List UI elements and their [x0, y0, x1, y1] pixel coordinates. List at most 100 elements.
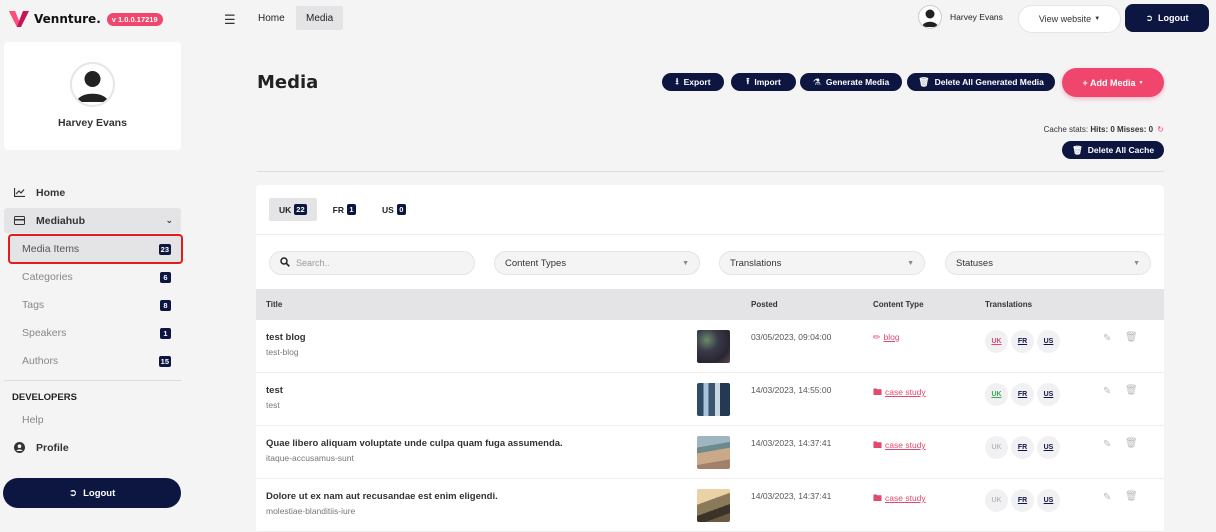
translation-chip-uk[interactable]: UK	[985, 489, 1008, 512]
translation-chip-uk[interactable]: UK	[985, 330, 1008, 353]
media-title[interactable]: test blog	[266, 332, 306, 343]
translation-chip-fr[interactable]: FR	[1011, 383, 1034, 406]
content-type-link[interactable]: ✏ blog	[873, 332, 900, 343]
folder-icon: 🖿	[873, 493, 883, 503]
pencil-icon[interactable]: ✎	[1103, 386, 1111, 397]
divider	[257, 171, 1164, 172]
delete-all-cache-button[interactable]: 🗑 Delete All Cache	[1062, 141, 1164, 159]
sidebar-item-label: Tags	[22, 299, 45, 311]
media-thumbnail	[697, 330, 730, 363]
add-media-button[interactable]: + Add Media ▼	[1062, 68, 1164, 97]
media-title[interactable]: Quae libero aliquam voluptate unde culpa…	[266, 438, 563, 449]
statuses-select[interactable]: Statuses ▼	[945, 251, 1151, 275]
pencil-icon[interactable]: ✎	[1103, 492, 1111, 503]
trash-icon[interactable]: 🗑	[1125, 332, 1138, 343]
user-icon	[77, 71, 108, 102]
sidebar-item-label: Home	[36, 186, 66, 199]
translation-chip-uk[interactable]: UK	[985, 383, 1008, 406]
count-badge: 22	[294, 204, 307, 215]
view-website-dropdown[interactable]: View website ▼	[1018, 5, 1121, 33]
avatar[interactable]	[70, 62, 115, 107]
import-button[interactable]: ⭱ Import	[731, 73, 796, 91]
user-name: Harvey Evans	[950, 12, 1003, 22]
tab-uk[interactable]: UK 22	[269, 198, 317, 221]
sidebar-item-label: Mediahub	[36, 214, 85, 227]
tab-label: UK	[279, 204, 292, 215]
trash-icon[interactable]: 🗑	[1125, 438, 1138, 449]
breadcrumb-media[interactable]: Media	[296, 6, 344, 30]
trash-icon: 🗑	[1071, 144, 1083, 155]
pencil-icon[interactable]: ✎	[1103, 333, 1111, 344]
export-button[interactable]: ⭳ Export	[662, 73, 724, 91]
count-badge: 1	[160, 327, 171, 339]
translation-chip-fr[interactable]: FR	[1011, 330, 1034, 353]
logout-button[interactable]: ➲ Logout	[1125, 4, 1209, 32]
column-header-content-type[interactable]: Content Type	[873, 300, 924, 309]
search-icon	[280, 256, 290, 270]
translation-chip-us[interactable]: US	[1037, 383, 1060, 406]
topbar: ☰ Home Media Harvey Evans View website ▼…	[190, 0, 1216, 38]
tab-us[interactable]: US 0	[372, 198, 416, 221]
avatar	[918, 5, 942, 29]
translation-chip-uk[interactable]: UK	[985, 436, 1008, 459]
pencil-icon[interactable]: ✎	[1103, 439, 1111, 450]
translation-chip-us[interactable]: US	[1037, 330, 1060, 353]
posted-date: 14/03/2023, 14:55:00	[751, 385, 832, 395]
table-row[interactable]: Dolore ut ex nam aut recusandae est enim…	[256, 479, 1164, 532]
count-badge: 1	[346, 204, 356, 215]
tab-fr[interactable]: FR 1	[323, 198, 366, 221]
generate-media-button[interactable]: ⚗ Generate Media	[800, 73, 902, 91]
count-badge: 6	[160, 271, 171, 283]
sidebar-item-label: Media Items	[22, 243, 80, 255]
sidebar-item-mediahub[interactable]: Mediahub ⌄	[4, 208, 181, 233]
sidebar-item-speakers[interactable]: Speakers 1	[4, 320, 181, 346]
breadcrumb-home[interactable]: Home	[248, 6, 295, 30]
menu-icon[interactable]: ☰	[224, 12, 236, 28]
sidebar-item-tags[interactable]: Tags 8	[4, 292, 181, 318]
content-type-link[interactable]: 🖿 case study	[873, 491, 926, 507]
sidebar-nav: Home Mediahub ⌄ Media Items 23 Categorie…	[4, 180, 183, 463]
sidebar-item-label: Categories	[22, 271, 73, 283]
sidebar-item-authors[interactable]: Authors 15	[4, 348, 181, 374]
content-type-label: blog	[883, 332, 900, 342]
tab-label: FR	[332, 204, 344, 215]
sidebar-item-categories[interactable]: Categories 6	[4, 264, 181, 290]
media-panel: UK 22 FR 1 US 0 Search.. Content Types ▼…	[256, 185, 1164, 532]
trash-icon[interactable]: 🗑	[1125, 491, 1138, 502]
content-type-link[interactable]: 🖿 case study	[873, 438, 926, 454]
sidebar-item-profile[interactable]: Profile	[4, 435, 181, 460]
sidebar-item-home[interactable]: Home	[4, 180, 181, 205]
user-menu[interactable]: Harvey Evans	[918, 5, 1003, 29]
media-thumbnail	[697, 489, 730, 522]
delete-generated-label: Delete All Generated Media	[934, 77, 1044, 87]
column-header-posted[interactable]: Posted	[751, 300, 778, 309]
table-row[interactable]: test test 14/03/2023, 14:55:00 🖿 case stu…	[256, 373, 1164, 426]
sidebar-item-label: Speakers	[22, 327, 67, 339]
media-title[interactable]: test	[266, 385, 283, 396]
translation-chip-us[interactable]: US	[1037, 436, 1060, 459]
translation-chip-fr[interactable]: FR	[1011, 489, 1034, 512]
version-badge: v 1.0.0.17219	[106, 12, 163, 26]
user-icon	[922, 9, 938, 27]
translations-select[interactable]: Translations ▼	[719, 251, 925, 275]
column-header-title[interactable]: Title	[266, 300, 282, 309]
table-row[interactable]: Quae libero aliquam voluptate unde culpa…	[256, 426, 1164, 479]
sidebar-item-help[interactable]: Help	[4, 407, 181, 433]
content-types-select[interactable]: Content Types ▼	[494, 251, 700, 275]
brand[interactable]: Vennture. v 1.0.0.17219	[8, 8, 163, 30]
sidebar-item-media-items[interactable]: Media Items 23	[8, 234, 183, 264]
translation-chip-fr[interactable]: FR	[1011, 436, 1034, 459]
refresh-icon[interactable]: ↻	[1157, 125, 1164, 134]
media-title[interactable]: Dolore ut ex nam aut recusandae est enim…	[266, 491, 498, 502]
delete-generated-button[interactable]: 🗑 Delete All Generated Media	[907, 73, 1055, 91]
search-input[interactable]: Search..	[269, 251, 475, 275]
table-row[interactable]: test blog test-blog 03/05/2023, 09:04:00…	[256, 320, 1164, 373]
content-type-link[interactable]: 🖿 case study	[873, 385, 926, 401]
translation-chip-us[interactable]: US	[1037, 489, 1060, 512]
trash-icon[interactable]: 🗑	[1125, 385, 1138, 396]
column-header-translations[interactable]: Translations	[985, 300, 1032, 309]
content-type-label: case study	[885, 440, 926, 450]
count-badge: 15	[158, 355, 171, 367]
sidebar-logout-button[interactable]: ➲ Logout	[3, 478, 181, 508]
delete-all-cache-label: Delete All Cache	[1087, 145, 1155, 155]
